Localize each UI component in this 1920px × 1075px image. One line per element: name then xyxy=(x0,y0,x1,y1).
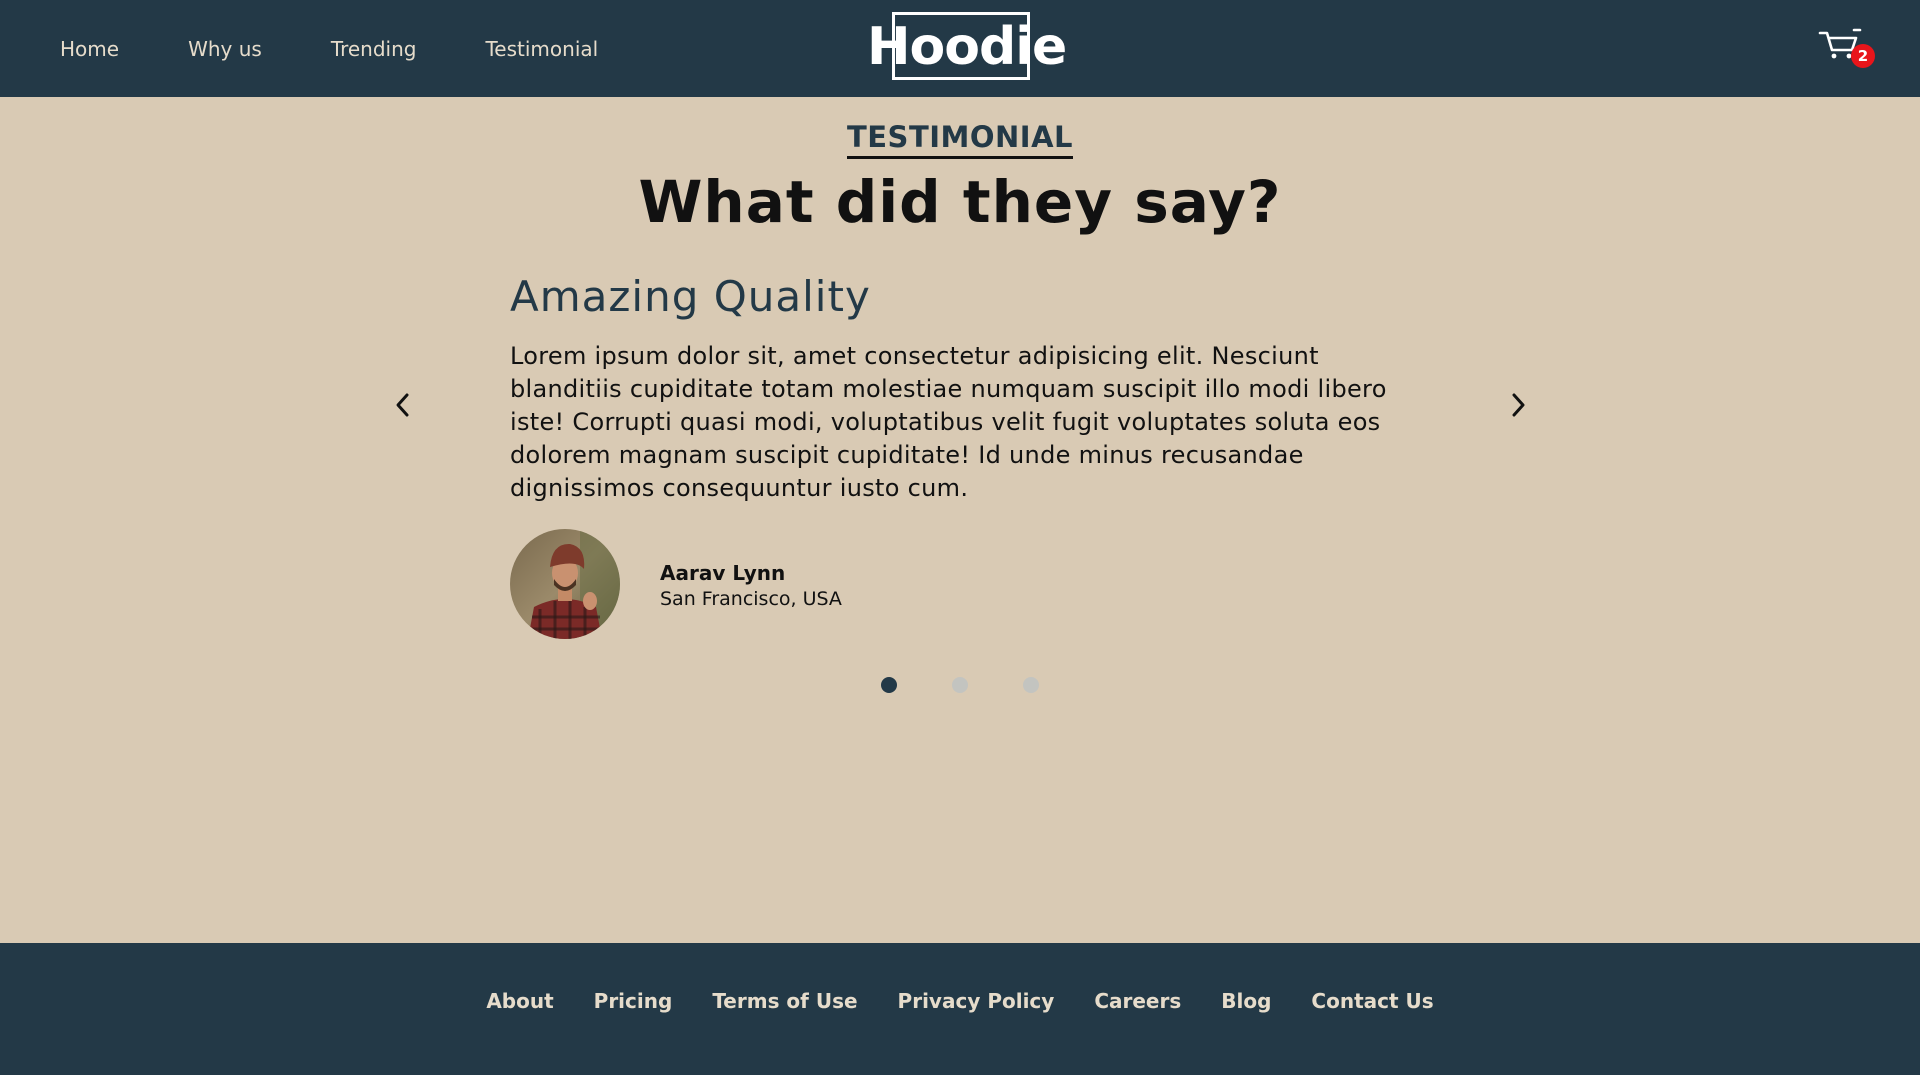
author-location: San Francisco, USA xyxy=(660,588,842,610)
logo-text: Hoodie xyxy=(867,17,1067,77)
chevron-left-icon xyxy=(396,393,409,417)
section-kicker-label: TESTIMONIAL xyxy=(846,120,1074,159)
footer-link-privacy[interactable]: Privacy Policy xyxy=(898,989,1055,1013)
section-kicker: TESTIMONIAL xyxy=(0,120,1920,159)
cart-button[interactable]: 2 xyxy=(1818,28,1875,70)
author-avatar xyxy=(510,529,620,639)
footer-link-careers[interactable]: Careers xyxy=(1094,989,1181,1013)
section-title: What did they say? xyxy=(638,168,1282,236)
nav-link-home[interactable]: Home xyxy=(60,37,119,61)
footer-link-contact[interactable]: Contact Us xyxy=(1311,989,1433,1013)
nav-link-trending[interactable]: Trending xyxy=(331,37,417,61)
carousel-indicators xyxy=(0,677,1920,693)
nav-link-why-us[interactable]: Why us xyxy=(188,37,262,61)
testimonial-card: Amazing Quality Lorem ipsum dolor sit, a… xyxy=(510,270,1390,505)
hoodie-logo[interactable]: Hoodie xyxy=(867,12,1067,84)
footer-link-terms[interactable]: Terms of Use xyxy=(712,989,857,1013)
carousel-dot-1[interactable] xyxy=(881,677,897,693)
main-nav: Home Why us Trending Testimonial xyxy=(60,0,598,97)
carousel-dot-2[interactable] xyxy=(952,677,968,693)
next-slide-button[interactable] xyxy=(1503,390,1533,420)
author-name: Aarav Lynn xyxy=(660,561,786,585)
footer-link-about[interactable]: About xyxy=(486,989,553,1013)
footer-link-pricing[interactable]: Pricing xyxy=(594,989,673,1013)
cart-count-badge: 2 xyxy=(1851,44,1875,68)
testimonial-author: Aarav Lynn San Francisco, USA xyxy=(510,529,910,639)
footer: About Pricing Terms of Use Privacy Polic… xyxy=(0,943,1920,1075)
footer-links: About Pricing Terms of Use Privacy Polic… xyxy=(0,943,1920,1075)
chevron-right-icon xyxy=(1512,393,1525,417)
nav-link-testimonial[interactable]: Testimonial xyxy=(485,37,598,61)
testimonial-text: Lorem ipsum dolor sit, amet consectetur … xyxy=(510,342,1387,502)
author-photo xyxy=(510,529,620,639)
carousel-dot-3[interactable] xyxy=(1023,677,1039,693)
previous-slide-button[interactable] xyxy=(388,390,418,420)
testimonial-heading: Amazing Quality xyxy=(510,272,871,321)
footer-link-blog[interactable]: Blog xyxy=(1221,989,1271,1013)
top-navbar: Home Why us Trending Testimonial Hoodie … xyxy=(0,0,1920,97)
